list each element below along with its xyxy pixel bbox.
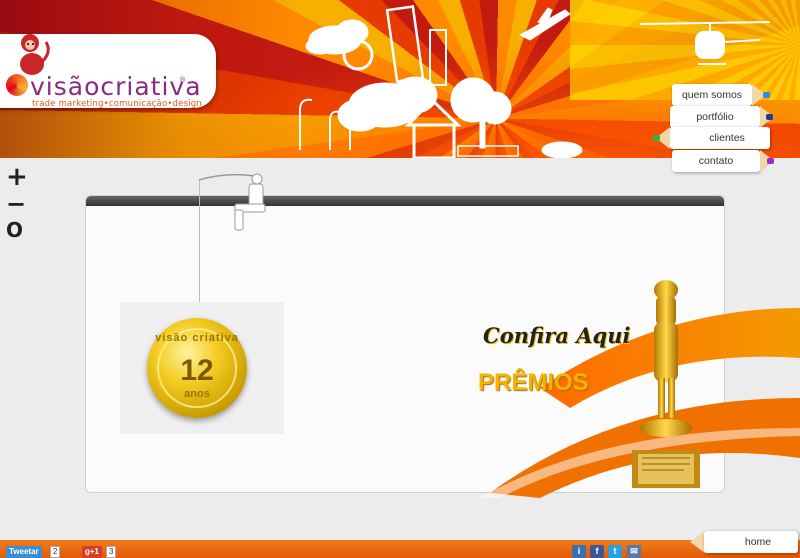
gplus-count: 3 [106, 546, 117, 558]
tweet-label: Tweetar [9, 547, 39, 556]
zoom-reset-button[interactable]: O [6, 219, 23, 241]
gplus-button[interactable]: g+1 [82, 546, 103, 558]
nav-portfolio[interactable]: portfólio [670, 106, 774, 128]
nav-label: clientes [709, 132, 745, 144]
zoom-in-button[interactable]: + [6, 164, 28, 190]
tweet-button[interactable]: Tweetar [6, 546, 42, 558]
home-button[interactable]: home [704, 531, 798, 553]
nav-quem-somos[interactable]: quem somos [672, 84, 770, 106]
anniversary-medal[interactable]: visão criativa 12 anos [147, 318, 247, 418]
pencil-lead-icon [766, 114, 773, 120]
info-icon[interactable]: i [572, 545, 586, 558]
swirl-logo-icon [6, 74, 28, 96]
medal-number: 12 [180, 354, 214, 387]
pencil-lead-icon [767, 158, 774, 164]
promo-headline[interactable]: Confira Aqui [483, 323, 630, 348]
fisherman-illustration [198, 173, 266, 231]
nav-clientes[interactable]: clientes [653, 127, 770, 149]
promo-title-link[interactable]: PRÊMIOS [478, 369, 589, 397]
logo-tagline: trade marketing•comunicação•design [32, 99, 202, 109]
twitter-icon[interactable]: t [608, 545, 622, 558]
helicopter-illustration [640, 21, 771, 65]
card-top-bar [86, 196, 724, 206]
pencil-lead-icon [763, 92, 770, 98]
footer-bar [0, 540, 800, 558]
gplus-label: g+1 [85, 547, 100, 556]
trophy-illustration[interactable] [628, 278, 704, 490]
city-illustration [299, 5, 583, 158]
nav-label: quem somos [681, 89, 743, 101]
email-icon[interactable]: ✉ [627, 545, 641, 558]
pencil-lead-icon [653, 135, 660, 141]
nav-label: portfólio [696, 111, 734, 123]
medal-unit: anos [184, 388, 210, 400]
registered-mark: ® [180, 77, 186, 84]
nav-contato[interactable]: contato [672, 150, 774, 172]
medal-brand: visão criativa [155, 332, 239, 344]
logo-wordmark: visãocriativa [30, 72, 202, 101]
facebook-icon[interactable]: f [590, 545, 604, 558]
tweet-count: 2 [50, 546, 61, 558]
logo-panel[interactable]: visãocriativa ® trade marketing•comunica… [0, 34, 216, 109]
nav-label: contato [698, 155, 734, 167]
zoom-out-button[interactable]: − [6, 192, 26, 216]
pencil-tip-icon [690, 531, 705, 553]
